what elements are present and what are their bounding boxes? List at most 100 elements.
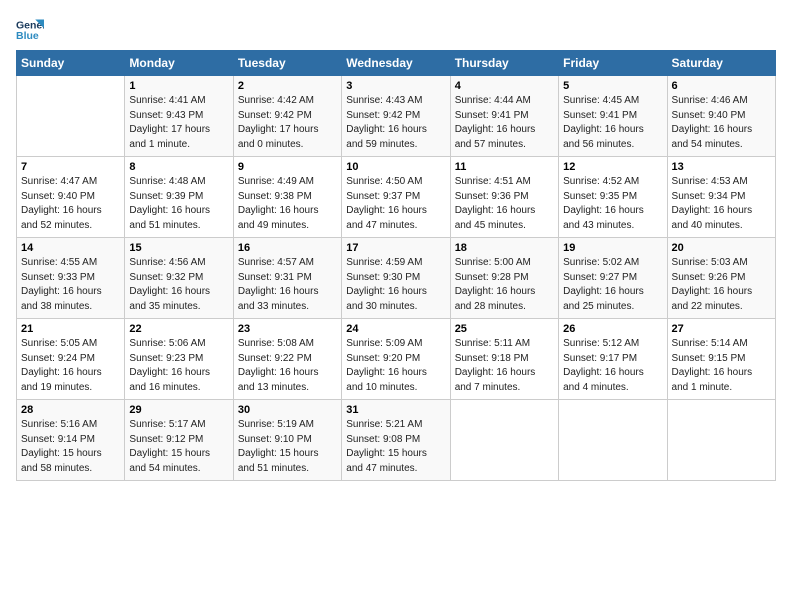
calendar-cell: 4 Sunrise: 4:44 AM Sunset: 9:41 PM Daylig… bbox=[450, 76, 558, 157]
calendar-cell: 16 Sunrise: 4:57 AM Sunset: 9:31 PM Dayli… bbox=[233, 238, 341, 319]
calendar-cell: 17 Sunrise: 4:59 AM Sunset: 9:30 PM Dayli… bbox=[342, 238, 450, 319]
calendar-cell: 22 Sunrise: 5:06 AM Sunset: 9:23 PM Dayli… bbox=[125, 319, 233, 400]
day-info: Sunrise: 4:46 AM Sunset: 9:40 PM Dayligh… bbox=[672, 94, 771, 152]
calendar-cell: 14 Sunrise: 4:55 AM Sunset: 9:33 PM Dayli… bbox=[17, 238, 125, 319]
day-info: Sunrise: 5:21 AM Sunset: 9:08 PM Dayligh… bbox=[346, 418, 445, 476]
day-info: Sunrise: 5:05 AM Sunset: 9:24 PM Dayligh… bbox=[21, 337, 120, 395]
svg-text:Blue: Blue bbox=[16, 30, 39, 42]
day-number: 16 bbox=[238, 242, 337, 254]
day-number: 29 bbox=[129, 404, 228, 416]
day-info: Sunrise: 4:47 AM Sunset: 9:40 PM Dayligh… bbox=[21, 175, 120, 233]
calendar-cell: 26 Sunrise: 5:12 AM Sunset: 9:17 PM Dayli… bbox=[559, 319, 667, 400]
calendar-cell bbox=[450, 400, 558, 481]
weekday-header-wednesday: Wednesday bbox=[342, 51, 450, 76]
calendar-cell: 13 Sunrise: 4:53 AM Sunset: 9:34 PM Dayli… bbox=[667, 157, 775, 238]
day-number: 30 bbox=[238, 404, 337, 416]
day-info: Sunrise: 4:44 AM Sunset: 9:41 PM Dayligh… bbox=[455, 94, 554, 152]
calendar-week-2: 7 Sunrise: 4:47 AM Sunset: 9:40 PM Daylig… bbox=[17, 157, 776, 238]
calendar-cell: 29 Sunrise: 5:17 AM Sunset: 9:12 PM Dayli… bbox=[125, 400, 233, 481]
weekday-header-friday: Friday bbox=[559, 51, 667, 76]
day-info: Sunrise: 4:59 AM Sunset: 9:30 PM Dayligh… bbox=[346, 256, 445, 314]
day-number: 9 bbox=[238, 161, 337, 173]
day-number: 5 bbox=[563, 80, 662, 92]
calendar-cell: 19 Sunrise: 5:02 AM Sunset: 9:27 PM Dayli… bbox=[559, 238, 667, 319]
calendar-week-3: 14 Sunrise: 4:55 AM Sunset: 9:33 PM Dayli… bbox=[17, 238, 776, 319]
day-number: 11 bbox=[455, 161, 554, 173]
day-info: Sunrise: 5:02 AM Sunset: 9:27 PM Dayligh… bbox=[563, 256, 662, 314]
logo-icon: General Blue bbox=[16, 16, 44, 44]
day-info: Sunrise: 5:09 AM Sunset: 9:20 PM Dayligh… bbox=[346, 337, 445, 395]
day-number: 8 bbox=[129, 161, 228, 173]
day-info: Sunrise: 4:52 AM Sunset: 9:35 PM Dayligh… bbox=[563, 175, 662, 233]
day-info: Sunrise: 5:00 AM Sunset: 9:28 PM Dayligh… bbox=[455, 256, 554, 314]
calendar-cell: 12 Sunrise: 4:52 AM Sunset: 9:35 PM Dayli… bbox=[559, 157, 667, 238]
calendar-cell: 3 Sunrise: 4:43 AM Sunset: 9:42 PM Daylig… bbox=[342, 76, 450, 157]
calendar-cell: 27 Sunrise: 5:14 AM Sunset: 9:15 PM Dayli… bbox=[667, 319, 775, 400]
day-number: 27 bbox=[672, 323, 771, 335]
calendar-cell: 23 Sunrise: 5:08 AM Sunset: 9:22 PM Dayli… bbox=[233, 319, 341, 400]
calendar-cell: 10Sunrise: 4:50 AM Sunset: 9:37 PM Dayli… bbox=[342, 157, 450, 238]
day-number: 19 bbox=[563, 242, 662, 254]
weekday-header-saturday: Saturday bbox=[667, 51, 775, 76]
day-info: Sunrise: 5:16 AM Sunset: 9:14 PM Dayligh… bbox=[21, 418, 120, 476]
day-info: Sunrise: 4:43 AM Sunset: 9:42 PM Dayligh… bbox=[346, 94, 445, 152]
calendar-cell: 7 Sunrise: 4:47 AM Sunset: 9:40 PM Daylig… bbox=[17, 157, 125, 238]
calendar-cell: 21Sunrise: 5:05 AM Sunset: 9:24 PM Dayli… bbox=[17, 319, 125, 400]
day-number: 31 bbox=[346, 404, 445, 416]
day-number: 4 bbox=[455, 80, 554, 92]
day-info: Sunrise: 4:56 AM Sunset: 9:32 PM Dayligh… bbox=[129, 256, 228, 314]
calendar-cell: 2Sunrise: 4:42 AM Sunset: 9:42 PM Daylig… bbox=[233, 76, 341, 157]
header-row: General Blue bbox=[16, 16, 776, 44]
day-number: 14 bbox=[21, 242, 120, 254]
day-info: Sunrise: 4:41 AM Sunset: 9:43 PM Dayligh… bbox=[129, 94, 228, 152]
calendar-cell: 8Sunrise: 4:48 AM Sunset: 9:39 PM Daylig… bbox=[125, 157, 233, 238]
day-number: 1 bbox=[129, 80, 228, 92]
calendar-cell: 25 Sunrise: 5:11 AM Sunset: 9:18 PM Dayli… bbox=[450, 319, 558, 400]
day-info: Sunrise: 4:57 AM Sunset: 9:31 PM Dayligh… bbox=[238, 256, 337, 314]
calendar-cell: 20Sunrise: 5:03 AM Sunset: 9:26 PM Dayli… bbox=[667, 238, 775, 319]
weekday-header-tuesday: Tuesday bbox=[233, 51, 341, 76]
page-container: General Blue SundayMondayTuesdayWednesda… bbox=[0, 0, 792, 491]
calendar-cell: 11 Sunrise: 4:51 AM Sunset: 9:36 PM Dayli… bbox=[450, 157, 558, 238]
day-info: Sunrise: 4:49 AM Sunset: 9:38 PM Dayligh… bbox=[238, 175, 337, 233]
day-number: 25 bbox=[455, 323, 554, 335]
day-number: 17 bbox=[346, 242, 445, 254]
calendar-cell bbox=[667, 400, 775, 481]
day-info: Sunrise: 4:53 AM Sunset: 9:34 PM Dayligh… bbox=[672, 175, 771, 233]
day-number: 23 bbox=[238, 323, 337, 335]
calendar-week-4: 21Sunrise: 5:05 AM Sunset: 9:24 PM Dayli… bbox=[17, 319, 776, 400]
day-info: Sunrise: 5:11 AM Sunset: 9:18 PM Dayligh… bbox=[455, 337, 554, 395]
calendar-week-1: 1 Sunrise: 4:41 AM Sunset: 9:43 PM Daylig… bbox=[17, 76, 776, 157]
day-info: Sunrise: 4:42 AM Sunset: 9:42 PM Dayligh… bbox=[238, 94, 337, 152]
day-info: Sunrise: 4:51 AM Sunset: 9:36 PM Dayligh… bbox=[455, 175, 554, 233]
day-number: 7 bbox=[21, 161, 120, 173]
day-info: Sunrise: 5:17 AM Sunset: 9:12 PM Dayligh… bbox=[129, 418, 228, 476]
day-number: 3 bbox=[346, 80, 445, 92]
day-number: 10 bbox=[346, 161, 445, 173]
calendar-cell: 9 Sunrise: 4:49 AM Sunset: 9:38 PM Daylig… bbox=[233, 157, 341, 238]
day-number: 12 bbox=[563, 161, 662, 173]
day-info: Sunrise: 5:06 AM Sunset: 9:23 PM Dayligh… bbox=[129, 337, 228, 395]
day-number: 6 bbox=[672, 80, 771, 92]
calendar-week-5: 28Sunrise: 5:16 AM Sunset: 9:14 PM Dayli… bbox=[17, 400, 776, 481]
day-info: Sunrise: 5:08 AM Sunset: 9:22 PM Dayligh… bbox=[238, 337, 337, 395]
calendar-cell bbox=[559, 400, 667, 481]
day-number: 22 bbox=[129, 323, 228, 335]
day-info: Sunrise: 5:12 AM Sunset: 9:17 PM Dayligh… bbox=[563, 337, 662, 395]
weekday-header-sunday: Sunday bbox=[17, 51, 125, 76]
day-info: Sunrise: 4:45 AM Sunset: 9:41 PM Dayligh… bbox=[563, 94, 662, 152]
day-info: Sunrise: 4:55 AM Sunset: 9:33 PM Dayligh… bbox=[21, 256, 120, 314]
calendar-cell: 1 Sunrise: 4:41 AM Sunset: 9:43 PM Daylig… bbox=[125, 76, 233, 157]
day-number: 18 bbox=[455, 242, 554, 254]
day-number: 24 bbox=[346, 323, 445, 335]
calendar-cell: 28Sunrise: 5:16 AM Sunset: 9:14 PM Dayli… bbox=[17, 400, 125, 481]
calendar-cell: 6 Sunrise: 4:46 AM Sunset: 9:40 PM Daylig… bbox=[667, 76, 775, 157]
calendar-cell: 5 Sunrise: 4:45 AM Sunset: 9:41 PM Daylig… bbox=[559, 76, 667, 157]
day-info: Sunrise: 5:14 AM Sunset: 9:15 PM Dayligh… bbox=[672, 337, 771, 395]
calendar-cell: 30 Sunrise: 5:19 AM Sunset: 9:10 PM Dayli… bbox=[233, 400, 341, 481]
day-number: 13 bbox=[672, 161, 771, 173]
calendar-table: SundayMondayTuesdayWednesdayThursdayFrid… bbox=[16, 50, 776, 481]
calendar-cell: 24 Sunrise: 5:09 AM Sunset: 9:20 PM Dayli… bbox=[342, 319, 450, 400]
day-number: 26 bbox=[563, 323, 662, 335]
day-info: Sunrise: 5:19 AM Sunset: 9:10 PM Dayligh… bbox=[238, 418, 337, 476]
